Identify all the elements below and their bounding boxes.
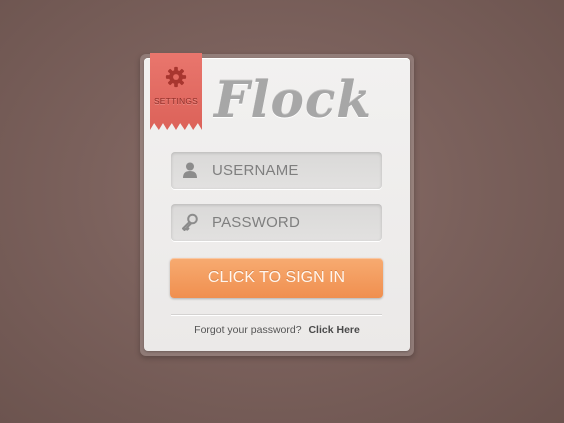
user-icon xyxy=(183,162,197,178)
forgot-password-text: Forgot your password? xyxy=(194,324,302,336)
settings-ribbon[interactable] xyxy=(150,53,202,130)
password-field[interactable]: PASSWORD xyxy=(171,204,382,241)
footer-divider xyxy=(171,314,382,315)
settings-label[interactable]: SETTINGS xyxy=(150,96,202,106)
username-placeholder[interactable]: USERNAME xyxy=(212,152,299,189)
flock-logo: Flock xyxy=(214,70,372,129)
click-here-link[interactable]: Click Here xyxy=(308,324,359,336)
username-field[interactable]: USERNAME xyxy=(171,152,382,189)
page-background: { "settings_tab": { "label": "SETTINGS",… xyxy=(0,0,564,423)
sign-in-button[interactable]: CLICK TO SIGN IN xyxy=(170,258,383,298)
forgot-password-row: Forgot your password? Click Here xyxy=(144,324,410,336)
gear-icon[interactable] xyxy=(165,66,187,88)
password-placeholder[interactable]: PASSWORD xyxy=(212,204,300,241)
key-icon xyxy=(182,213,198,231)
